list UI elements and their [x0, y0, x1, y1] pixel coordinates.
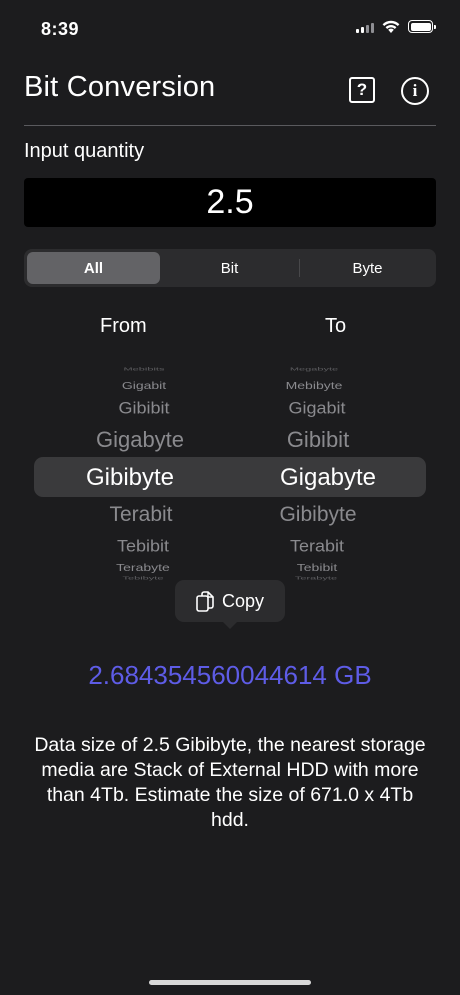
conversion-result[interactable]: 2.684354560044614 GB [0, 660, 460, 691]
picker-row: Terabyte [116, 561, 170, 573]
picker-row: Gigabyte [95, 427, 185, 452]
picker-row: Gibibyte [279, 503, 357, 526]
picker-row: Mebibyte [285, 379, 343, 391]
home-indicator [149, 980, 311, 985]
picker-row: Gibibit [286, 427, 350, 452]
picker-row: Gigabit [121, 379, 167, 391]
quantity-input[interactable] [24, 178, 436, 227]
header-divider [24, 125, 436, 126]
picker-row: Tebibit [116, 537, 170, 556]
segment-separator [299, 259, 300, 277]
picker-row: Tebibit [296, 561, 338, 573]
picker-row: Terabyte [294, 575, 338, 581]
status-bar: 8:39 [0, 0, 460, 56]
from-heading: From [100, 315, 147, 337]
picker-row: Mebibits [123, 366, 165, 372]
status-time: 8:39 [41, 19, 80, 39]
copy-label: Copy [221, 590, 265, 611]
input-quantity-label: Input quantity [24, 140, 145, 162]
copy-icon [196, 590, 214, 612]
picker-row: Gibibit [118, 399, 170, 418]
copy-button[interactable]: Copy [175, 580, 285, 622]
unit-picker: Mebibits Gigabit Gibibit Gigabyte Gibiby… [0, 360, 460, 585]
wifi-icon [382, 20, 400, 33]
cellular-signal-icon [356, 23, 374, 33]
picker-row: Gigabit [288, 399, 346, 418]
help-button[interactable]: ? [349, 77, 375, 103]
storage-description: Data size of 2.5 Gibibyte, the nearest s… [34, 734, 426, 831]
picker-row-selected-to: Gigabyte [279, 464, 377, 491]
picker-row: Terabit [109, 503, 173, 526]
picker-row: Tebibyte [122, 575, 164, 581]
battery-icon [408, 20, 436, 33]
picker-row: Terabit [289, 537, 345, 556]
unit-type-segmented-control: All Bit Byte [24, 249, 436, 287]
tooltip-arrow [221, 620, 239, 629]
segment-byte[interactable]: Byte [301, 252, 434, 284]
picker-row-selected-from: Gibibyte [85, 464, 175, 491]
segment-all[interactable]: All [27, 252, 160, 284]
picker-row: Megabyte [289, 366, 339, 372]
to-heading: To [325, 315, 347, 337]
help-icon: ? [356, 80, 368, 99]
info-icon: i [412, 81, 418, 100]
segment-bit[interactable]: Bit [163, 252, 296, 284]
page-title: Bit Conversion [24, 71, 216, 103]
info-button[interactable]: i [401, 77, 429, 105]
